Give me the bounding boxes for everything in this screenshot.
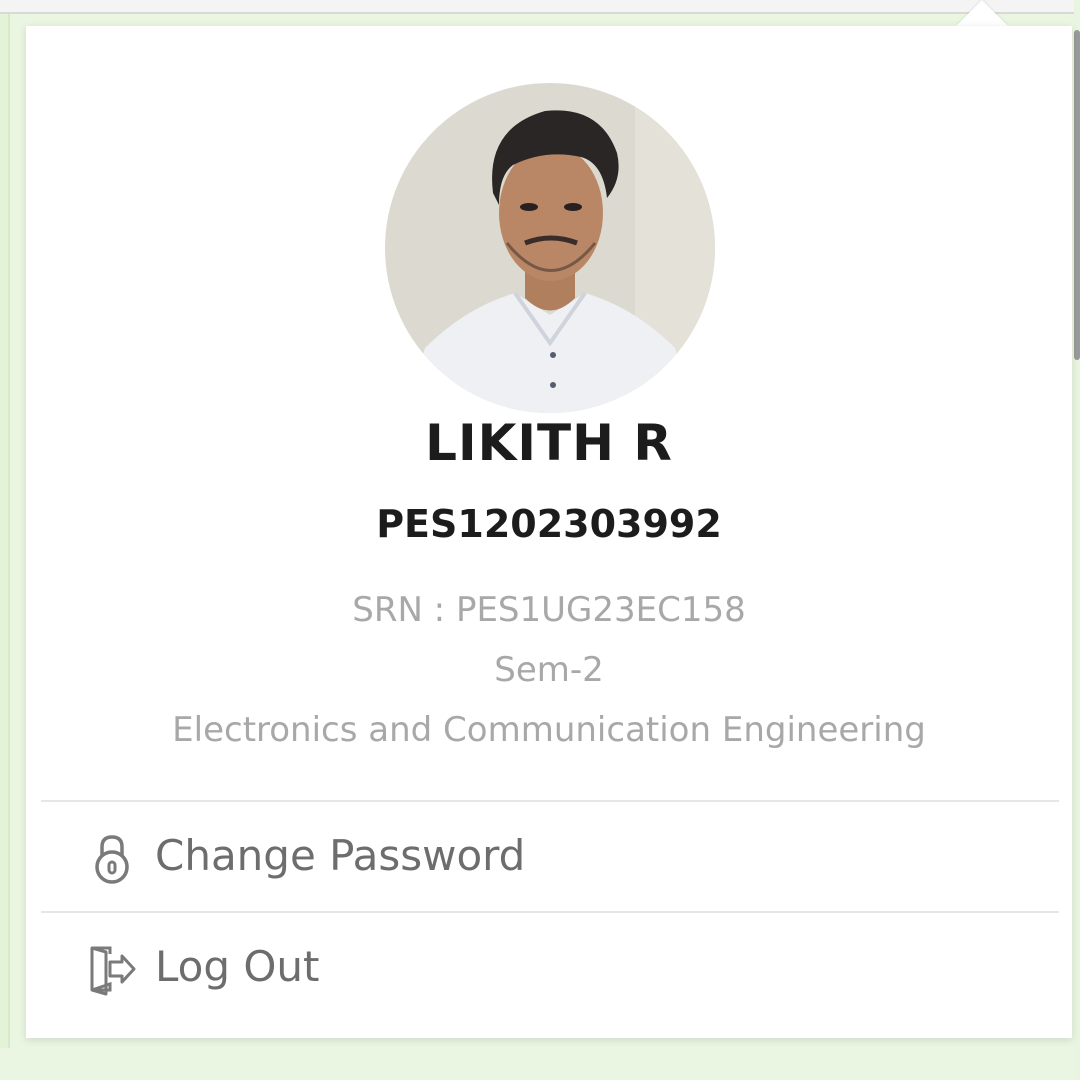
top-strip — [0, 0, 1080, 14]
profile-photo — [385, 83, 715, 413]
bottom-band — [0, 1048, 1080, 1080]
student-semester: Sem-2 — [494, 650, 604, 690]
divider — [41, 911, 1059, 913]
log-out-label: Log Out — [155, 942, 320, 991]
page-background: LIKITH R PES1202303992 SRN : PES1UG23EC1… — [0, 0, 1080, 1080]
student-srn: SRN : PES1UG23EC158 — [352, 590, 746, 630]
student-prn: PES1202303992 — [376, 502, 722, 546]
left-edge — [0, 14, 10, 1080]
divider — [41, 800, 1059, 802]
scrollbar[interactable] — [1074, 0, 1080, 1080]
change-password-button[interactable]: Change Password — [41, 803, 1059, 911]
profile-popup: LIKITH R PES1202303992 SRN : PES1UG23EC1… — [26, 26, 1072, 1038]
avatar — [385, 83, 715, 413]
logout-icon — [88, 944, 136, 996]
scrollbar-thumb[interactable] — [1074, 30, 1080, 360]
lock-icon — [88, 833, 136, 885]
popup-arrow — [956, 0, 1008, 26]
change-password-label: Change Password — [155, 831, 526, 880]
student-department: Electronics and Communication Engineerin… — [172, 710, 926, 750]
log-out-button[interactable]: Log Out — [41, 914, 1059, 1022]
student-name: LIKITH R — [425, 414, 673, 472]
